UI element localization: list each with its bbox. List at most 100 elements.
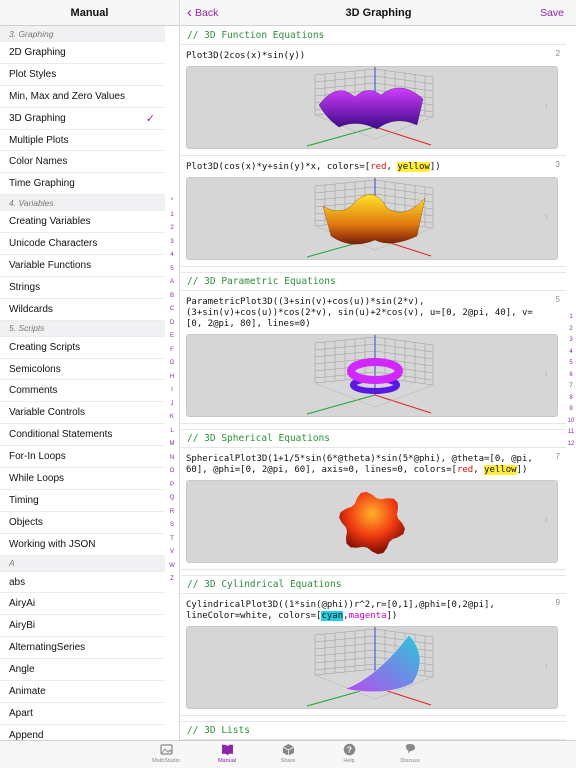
index-letter[interactable]: R xyxy=(166,506,178,520)
index-letter[interactable]: G xyxy=(166,357,178,371)
plot-output[interactable]: › xyxy=(186,480,558,563)
index-letter[interactable]: * xyxy=(166,195,178,209)
index-letter[interactable]: A xyxy=(166,276,178,290)
index-letter[interactable]: 5 xyxy=(166,263,178,277)
sidebar-item[interactable]: Variable Controls xyxy=(0,402,165,425)
tab-share[interactable]: Share xyxy=(267,741,309,768)
index-letter[interactable]: 2 xyxy=(166,222,178,236)
plot-output[interactable]: › xyxy=(186,177,558,260)
code-entry[interactable]: 7 SphericalPlot3D(1+1/5*sin(6*@theta)*sin… xyxy=(181,448,566,570)
sidebar-item[interactable]: abs xyxy=(0,571,165,594)
index-letter[interactable]: Z xyxy=(166,573,178,587)
index-letter[interactable]: W xyxy=(166,560,178,574)
code-line[interactable]: CylindricalPlot3D((1*sin(@phi))r^2,r=[0,… xyxy=(181,594,566,622)
code-entry[interactable]: 9 CylindricalPlot3D((1*sin(@phi))r^2,r=[0… xyxy=(181,594,566,716)
sidebar-item[interactable]: 2D Graphing xyxy=(0,42,165,64)
plot-output[interactable]: › xyxy=(186,334,558,417)
sidebar-item[interactable]: Min, Max and Zero Values xyxy=(0,85,165,108)
index-letter[interactable]: S xyxy=(166,519,178,533)
entry-index-number[interactable]: 3 xyxy=(566,335,576,347)
sidebar-item[interactable]: Creating Variables xyxy=(0,211,165,234)
code-line[interactable]: SphericalPlot3D(1+1/5*sin(6*@theta)*sin(… xyxy=(181,448,566,476)
index-letter[interactable]: 4 xyxy=(166,249,178,263)
sidebar-item[interactable]: Time Graphing xyxy=(0,173,165,196)
code-entry[interactable]: 5 ParametricPlot3D((3+sin(v)+cos(u))*sin(… xyxy=(181,291,566,424)
index-letter[interactable]: L xyxy=(166,425,178,439)
sidebar-item[interactable]: Timing xyxy=(0,489,165,512)
sidebar-item[interactable]: Plot Styles xyxy=(0,63,165,86)
entry-index-number[interactable]: 4 xyxy=(566,347,576,359)
back-button[interactable]: ‹ Back xyxy=(187,5,218,20)
code-entry[interactable]: 2 Plot3D(2cos(x)*sin(y)) › xyxy=(181,45,566,156)
sidebar-item[interactable]: Semicolons xyxy=(0,358,165,381)
sidebar-item[interactable]: AiryAi xyxy=(0,593,165,616)
index-letter[interactable]: K xyxy=(166,411,178,425)
plot-output[interactable]: › xyxy=(186,66,558,149)
sidebar-item[interactable]: Unicode Characters xyxy=(0,233,165,256)
entry-index-number[interactable]: 10 xyxy=(566,416,576,428)
entry-index-number[interactable]: 7 xyxy=(566,381,576,393)
tab-label: MathStudio xyxy=(152,758,180,764)
index-letter[interactable]: M xyxy=(166,438,178,452)
index-letter[interactable]: 3 xyxy=(166,236,178,250)
sidebar-item[interactable]: Objects xyxy=(0,511,165,534)
code-entry[interactable]: 3 Plot3D(cos(x)*y+sin(y)*x, colors=[red, … xyxy=(181,156,566,267)
entry-index-strip[interactable]: 1 2 3 4 5 6 7 8 9 10 11 12 xyxy=(566,312,576,450)
index-letter[interactable]: F xyxy=(166,344,178,358)
index-letter[interactable]: O xyxy=(166,465,178,479)
plot-output[interactable]: › xyxy=(186,626,558,709)
section-index-strip[interactable]: * 1 2 3 4 5 A B C D E F G H I J K L M N O P Q R S T V W Z xyxy=(166,195,178,587)
sidebar-item[interactable]: Animate xyxy=(0,681,165,703)
index-letter[interactable]: E xyxy=(166,330,178,344)
sidebar-item[interactable]: Multiple Plots xyxy=(0,129,165,152)
sidebar-item-label: Variable Functions xyxy=(9,259,92,271)
book-icon xyxy=(221,744,233,755)
index-letter[interactable]: Q xyxy=(166,492,178,506)
code-line[interactable]: Plot3D(cos(x)*y+sin(y)*x, colors=[red, y… xyxy=(181,156,566,173)
index-letter[interactable]: P xyxy=(166,479,178,493)
entry-index-number[interactable]: 9 xyxy=(566,404,576,416)
sidebar-item[interactable]: Creating Scripts xyxy=(0,336,165,359)
entry-index-number[interactable]: 11 xyxy=(566,427,576,439)
sidebar-item-label: Angle xyxy=(9,664,35,676)
sidebar-item[interactable]: Apart xyxy=(0,702,165,725)
sidebar-section-header: A xyxy=(0,555,165,572)
index-letter[interactable]: J xyxy=(166,398,178,412)
sidebar-item[interactable]: Variable Functions xyxy=(0,255,165,277)
sidebar-item[interactable]: For-In Loops xyxy=(0,446,165,469)
index-letter[interactable]: H xyxy=(166,371,178,385)
entry-index-number[interactable]: 6 xyxy=(566,370,576,382)
sidebar-item[interactable]: 3D Graphing ✓ xyxy=(0,107,165,130)
index-letter[interactable]: B xyxy=(166,290,178,304)
sidebar-item[interactable]: Conditional Statements xyxy=(0,424,165,447)
index-letter[interactable]: I xyxy=(166,384,178,398)
index-letter[interactable]: V xyxy=(166,546,178,560)
sidebar-item[interactable]: AlternatingSeries xyxy=(0,637,165,660)
tab-discuss[interactable]: Discuss xyxy=(389,741,431,768)
sidebar-item[interactable]: Append xyxy=(0,724,165,740)
entry-index-number[interactable]: 1 xyxy=(566,312,576,324)
entry-index-number[interactable]: 5 xyxy=(566,358,576,370)
entry-index-number[interactable]: 8 xyxy=(566,393,576,405)
sidebar-item[interactable]: Color Names xyxy=(0,151,165,174)
entry-index-number[interactable]: 2 xyxy=(566,324,576,336)
sidebar-item[interactable]: Wildcards xyxy=(0,298,165,321)
index-letter[interactable]: N xyxy=(166,452,178,466)
entry-index-number[interactable]: 12 xyxy=(566,439,576,451)
tab-mathstudio[interactable]: MathStudio xyxy=(145,741,187,768)
tab-manual[interactable]: Manual xyxy=(206,741,248,768)
index-letter[interactable]: T xyxy=(166,533,178,547)
sidebar-item[interactable]: Angle xyxy=(0,659,165,682)
sidebar-item[interactable]: Working with JSON xyxy=(0,533,165,556)
code-line[interactable]: ParametricPlot3D((3+sin(v)+cos(u))*sin(2… xyxy=(181,291,566,330)
sidebar-item[interactable]: Comments xyxy=(0,380,165,403)
sidebar-item[interactable]: Strings xyxy=(0,276,165,299)
sidebar-item[interactable]: While Loops xyxy=(0,468,165,490)
sidebar-item[interactable]: AiryBi xyxy=(0,615,165,638)
index-letter[interactable]: 1 xyxy=(166,209,178,223)
index-letter[interactable]: C xyxy=(166,303,178,317)
save-button[interactable]: Save xyxy=(540,7,564,19)
code-line[interactable]: Plot3D(2cos(x)*sin(y)) xyxy=(181,45,566,62)
tab-help[interactable]: ? Help xyxy=(328,741,370,768)
index-letter[interactable]: D xyxy=(166,317,178,331)
